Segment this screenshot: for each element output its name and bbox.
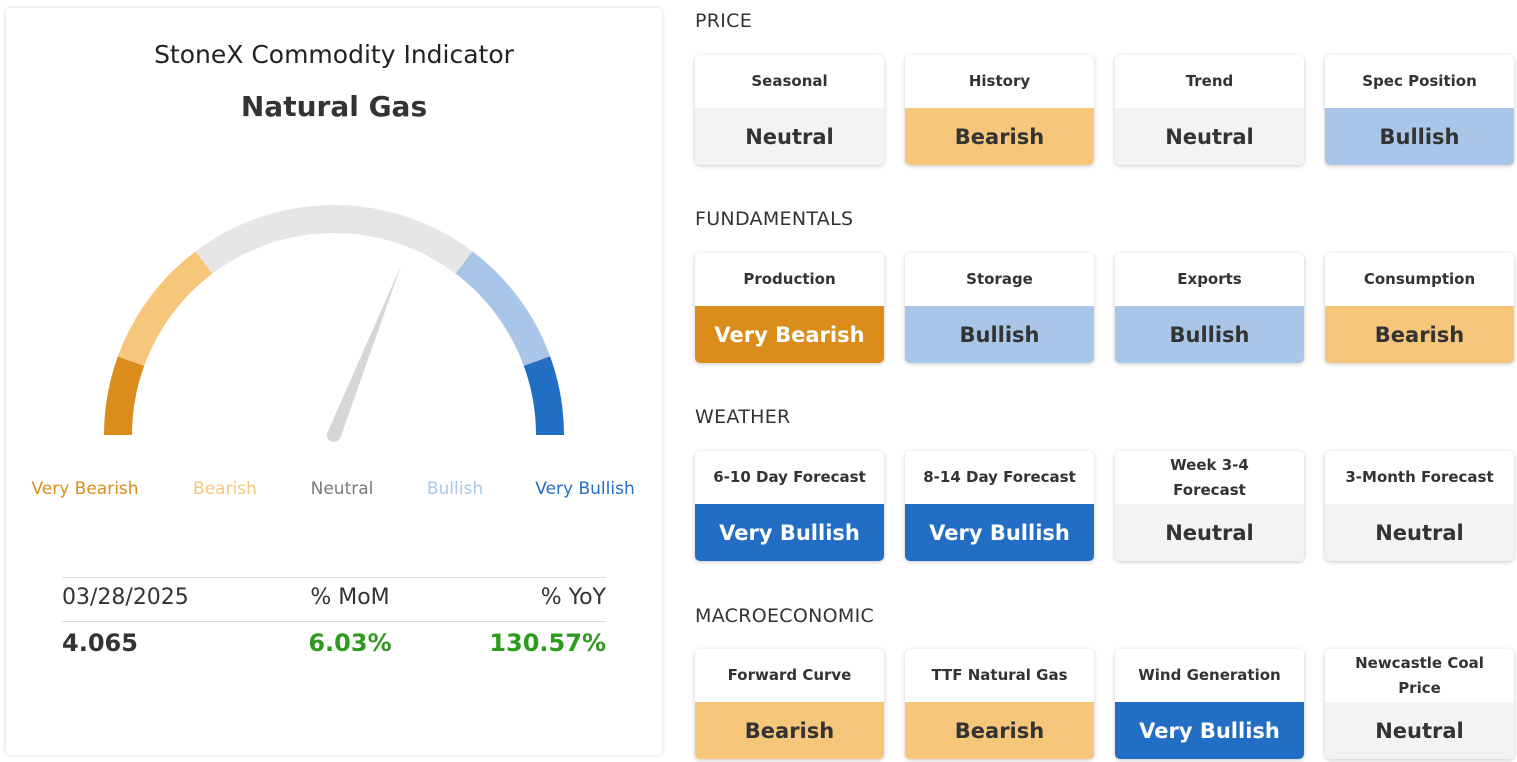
indicator-gauge-card: StoneX Commodity Indicator Natural Gas V… bbox=[6, 8, 662, 755]
indicator-trend: Trend Neutral bbox=[1115, 55, 1304, 165]
indicator-value: Bearish bbox=[1325, 306, 1514, 363]
gauge-label-very-bullish: Very Bullish bbox=[535, 479, 635, 499]
indicator-history: History Bearish bbox=[905, 55, 1094, 165]
indicator-value: Bearish bbox=[905, 108, 1094, 165]
indicator-label: Week 3-4 Forecast bbox=[1170, 455, 1249, 499]
indicator-production: Production Very Bearish bbox=[695, 253, 884, 363]
indicator-label: Seasonal bbox=[751, 72, 828, 90]
stats-price: 4.065 bbox=[62, 629, 138, 657]
indicator-value: Neutral bbox=[1115, 108, 1304, 165]
indicator-label: Exports bbox=[1177, 270, 1242, 288]
indicator-label: Storage bbox=[966, 270, 1033, 288]
indicator-value: Bullish bbox=[905, 306, 1094, 363]
section-title-weather: WEATHER bbox=[695, 406, 791, 428]
indicator-value: Bearish bbox=[905, 702, 1094, 759]
indicator-label: 6-10 Day Forecast bbox=[713, 468, 866, 486]
indicator-value: Neutral bbox=[1325, 504, 1514, 561]
indicator-value: Neutral bbox=[1115, 504, 1304, 561]
gauge-label-very-bearish: Very Bearish bbox=[31, 479, 139, 499]
indicator-label: TTF Natural Gas bbox=[931, 666, 1068, 684]
section-title-macroeconomic: MACROECONOMIC bbox=[695, 605, 875, 627]
indicator-value: Very Bullish bbox=[695, 504, 884, 561]
sentiment-gauge bbox=[104, 205, 564, 442]
indicator-label: Production bbox=[743, 270, 836, 288]
stats-mom-value: 6.03% bbox=[308, 629, 392, 657]
gauge-label-bullish: Bullish bbox=[426, 479, 484, 499]
section-title-price: PRICE bbox=[695, 10, 753, 32]
indicator-newcastle-coal-price: Newcastle Coal Price Neutral bbox=[1325, 649, 1514, 759]
stats-mom-header: % MoM bbox=[310, 585, 390, 610]
indicator-label: History bbox=[968, 72, 1031, 90]
gauge-arc-neutral bbox=[195, 205, 473, 274]
indicator-wind-generation: Wind Generation Very Bullish bbox=[1115, 649, 1304, 759]
indicator-label: Newcastle Coal Price bbox=[1355, 653, 1484, 697]
indicator-label: 8-14 Day Forecast bbox=[923, 468, 1076, 486]
indicator-label: 3-Month Forecast bbox=[1345, 468, 1494, 486]
indicator-ttf-natural-gas: TTF Natural Gas Bearish bbox=[905, 649, 1094, 759]
indicator-value: Very Bullish bbox=[905, 504, 1094, 561]
indicator-value: Very Bullish bbox=[1115, 702, 1304, 759]
indicator-exports: Exports Bullish bbox=[1115, 253, 1304, 363]
indicator-8-14-day-forecast: 8-14 Day Forecast Very Bullish bbox=[905, 451, 1094, 561]
indicator-label: Forward Curve bbox=[727, 666, 852, 684]
gauge-needle bbox=[327, 263, 402, 438]
stats-header-row: 03/28/2025 % MoM % YoY bbox=[62, 577, 606, 621]
section-title-fundamentals: FUNDAMENTALS bbox=[695, 208, 854, 230]
gauge-label-neutral: Neutral bbox=[310, 479, 374, 499]
indicator-consumption: Consumption Bearish bbox=[1325, 253, 1514, 363]
stats-yoy-value: 130.57% bbox=[489, 629, 606, 657]
gauge-arc-very-bullish bbox=[523, 356, 564, 436]
indicator-storage: Storage Bullish bbox=[905, 253, 1094, 363]
indicator-label: Wind Generation bbox=[1138, 666, 1281, 684]
indicator-label: Consumption bbox=[1363, 270, 1476, 288]
indicator-seasonal: Seasonal Neutral bbox=[695, 55, 884, 165]
indicator-spec-position: Spec Position Bullish bbox=[1325, 55, 1514, 165]
gauge-label-bearish: Bearish bbox=[193, 479, 257, 499]
gauge-arc-bullish bbox=[455, 251, 551, 367]
indicator-value: Neutral bbox=[695, 108, 884, 165]
indicator-value: Bearish bbox=[695, 702, 884, 759]
indicator-value: Bullish bbox=[1115, 306, 1304, 363]
price-stats-table: 03/28/2025 % MoM % YoY 4.065 6.03% 130.5… bbox=[62, 577, 606, 665]
gauge-arc-very-bearish bbox=[104, 356, 145, 436]
stats-value-row: 4.065 6.03% 130.57% bbox=[62, 621, 606, 665]
indicator-value: Very Bearish bbox=[695, 306, 884, 363]
indicator-value: Neutral bbox=[1325, 702, 1514, 759]
indicator-label: Trend bbox=[1185, 72, 1234, 90]
indicator-forward-curve: Forward Curve Bearish bbox=[695, 649, 884, 759]
indicator-label: Spec Position bbox=[1362, 72, 1477, 90]
gauge-arc-bearish bbox=[117, 251, 213, 367]
indicator-week-3-4-forecast: Week 3-4 Forecast Neutral bbox=[1115, 451, 1304, 561]
indicator-value: Bullish bbox=[1325, 108, 1514, 165]
stats-yoy-header: % YoY bbox=[540, 585, 606, 610]
indicator-6-10-day-forecast: 6-10 Day Forecast Very Bullish bbox=[695, 451, 884, 561]
indicator-3-month-forecast: 3-Month Forecast Neutral bbox=[1325, 451, 1514, 561]
gauge-needle-pivot bbox=[327, 428, 341, 442]
stats-date: 03/28/2025 bbox=[62, 585, 189, 610]
